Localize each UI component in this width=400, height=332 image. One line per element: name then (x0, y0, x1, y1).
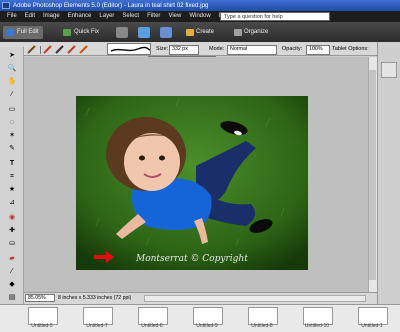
healing-brush-icon[interactable]: ✚ (6, 226, 18, 235)
tab-full-edit[interactable]: Full Edit (3, 26, 43, 39)
organize-icon (234, 29, 242, 36)
toolbox: ➤ 🔍 ✋ ⁄ ▭ ◌ ✶ ✎ T ⌗ ★ ⊿ ◉ ✚ ⛀ ▰ ⁄ ◆ ▤ (0, 47, 24, 318)
magic-wand-tool-icon[interactable]: ✶ (6, 131, 18, 140)
organize-button[interactable]: Organize (232, 26, 272, 39)
menu-view[interactable]: View (164, 11, 185, 22)
tablet-options-label[interactable]: Tablet Options: (332, 42, 369, 56)
create-button[interactable]: Create (184, 26, 218, 39)
doc-info-text: 8 inches x 5.333 inches (72 ppi) (58, 295, 132, 301)
palette-bin (377, 42, 400, 318)
opacity-value: 100% (309, 46, 323, 52)
menu-image[interactable]: Image (39, 11, 64, 22)
photo-bin-label: Untitled-10 (304, 323, 330, 329)
tab-quick-fix-label: Quick Fix (74, 29, 100, 35)
lasso-tool-icon[interactable]: ◌ (6, 118, 18, 127)
brush-stroke-preview (110, 46, 151, 52)
opacity-field[interactable]: 100% (306, 45, 330, 55)
move-tool-icon[interactable]: ➤ (6, 51, 18, 60)
menu-filter[interactable]: Filter (143, 11, 164, 22)
palette-panel[interactable] (381, 62, 397, 78)
zoom-tool-icon[interactable]: 🔍 (6, 64, 18, 73)
zoom-level-field[interactable]: 85.05% (25, 294, 55, 302)
menu-enhance[interactable]: Enhance (64, 11, 96, 22)
paint-bucket-icon[interactable]: ◆ (6, 280, 18, 289)
menu-edit[interactable]: Edit (21, 11, 39, 22)
horizontal-scrollbar[interactable] (144, 295, 366, 302)
create-icon (186, 29, 194, 36)
quick-fix-icon (63, 29, 71, 36)
cookie-cutter-icon[interactable]: ★ (6, 185, 18, 194)
organize-label: Organize (244, 29, 269, 35)
photo-bin-label: Untitled-9 (196, 323, 218, 329)
mode-toolbar: Full Edit Quick Fix Create Organize (0, 22, 400, 42)
options-bar: Size: 332 px Mode: Normal Opacity: 100% … (0, 42, 400, 56)
hand-tool-icon[interactable]: ✋ (6, 77, 18, 86)
menu-select[interactable]: Select (118, 11, 143, 22)
menu-bar: File Edit Image Enhance Layer Select Fil… (0, 11, 400, 22)
save-icon[interactable] (160, 27, 172, 38)
open-icon[interactable] (138, 27, 150, 38)
watermark-text: Montserrat © Copyright (135, 254, 248, 264)
document-info[interactable]: 8 inches x 5.333 inches (72 ppi) (58, 294, 142, 302)
eraser-tool-icon[interactable]: ▰ (6, 254, 18, 263)
size-field[interactable]: 332 px (169, 45, 199, 55)
tab-full-edit-label: Full Edit (17, 29, 39, 35)
new-file-icon[interactable] (116, 27, 128, 38)
opacity-label: Opacity: (282, 46, 303, 52)
gradient-tool-icon[interactable]: ▤ (6, 293, 18, 302)
crop-tool-icon[interactable]: ⌗ (6, 172, 18, 181)
menu-window[interactable]: Window (185, 11, 214, 22)
straighten-tool-icon[interactable]: ⊿ (6, 198, 18, 207)
vertical-scroll-thumb[interactable] (369, 70, 376, 280)
photo-bin-label: Untitled-5 (31, 323, 53, 329)
selection-brush-icon[interactable]: ✎ (6, 144, 18, 153)
photo-bin-label: Untitled-1 (361, 323, 383, 329)
document-image[interactable]: Montserrat © Copyright (76, 96, 308, 270)
eyedropper-tool-icon[interactable]: ⁄ (6, 90, 18, 99)
photo-bin-label: Untitled-8 (251, 323, 273, 329)
size-value: 332 px (172, 46, 188, 52)
mode-select[interactable]: Normal (227, 45, 277, 55)
app-icon (2, 2, 10, 9)
photo-bin-label: Untitled-7 (86, 323, 108, 329)
photo-bin-label: Untitled-6 (141, 323, 163, 329)
tab-quick-fix[interactable]: Quick Fix (60, 26, 103, 39)
mode-label: Mode: (209, 46, 225, 52)
clone-stamp-icon[interactable]: ⛀ (6, 239, 18, 248)
window-title: Adobe Photoshop Elements 5.0 (Editor) - … (13, 2, 209, 9)
red-eye-tool-icon[interactable]: ◉ (6, 213, 18, 222)
mode-value: Normal (230, 46, 248, 52)
brush-picker[interactable] (107, 43, 151, 55)
brush-tool-icon[interactable]: ⁄ (6, 267, 18, 276)
menu-file[interactable]: File (3, 11, 21, 22)
full-edit-icon (6, 29, 14, 36)
create-label: Create (196, 29, 215, 35)
help-placeholder: Type a question for help (224, 14, 283, 20)
type-tool-icon[interactable]: T (6, 159, 18, 168)
help-search-input[interactable]: Type a question for help (220, 12, 330, 21)
zoom-value: 85.05% (28, 295, 46, 301)
brush-presets-icons[interactable] (26, 44, 106, 55)
title-bar: Adobe Photoshop Elements 5.0 (Editor) - … (0, 0, 400, 11)
size-label: Size: (156, 46, 169, 52)
photo-girl-on-grass: Montserrat © Copyright (76, 96, 308, 270)
marquee-tool-icon[interactable]: ▭ (6, 105, 18, 114)
menu-layer[interactable]: Layer (95, 11, 118, 22)
